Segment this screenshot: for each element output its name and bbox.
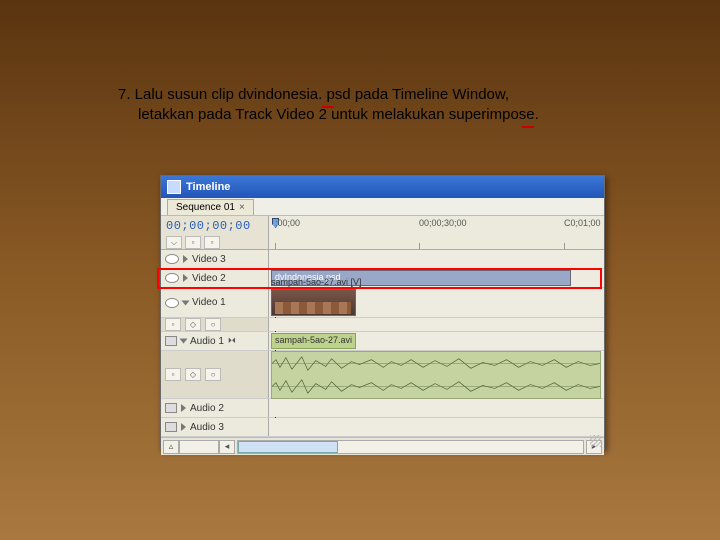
track-video-2: Video 2 dvIndonesia.psd bbox=[161, 269, 604, 288]
eye-icon[interactable] bbox=[165, 298, 179, 308]
track-label: Video 3 bbox=[192, 254, 226, 265]
zoom-slider-icon[interactable]: ▵ bbox=[163, 440, 179, 454]
track-head-video-3[interactable]: Video 3 bbox=[161, 250, 269, 268]
track-label: Audio 1 bbox=[190, 336, 224, 347]
clip-video-sampah[interactable] bbox=[271, 289, 356, 316]
ruler-tick-label: C0;01;00 bbox=[564, 218, 601, 228]
underline-decor bbox=[322, 106, 334, 108]
track-controls[interactable]: ▫ ◇ ○ bbox=[161, 351, 269, 398]
track-audio-1-wave: ▫ ◇ ○ bbox=[161, 351, 604, 399]
track-audio-1: Audio 1 ⏵⏴ sampah-5ao-27.avi [A] bbox=[161, 332, 604, 351]
eye-icon[interactable] bbox=[165, 254, 179, 264]
eye-icon[interactable] bbox=[165, 273, 179, 283]
timeline-app-icon bbox=[167, 180, 181, 194]
expand-arrow-icon[interactable] bbox=[183, 274, 188, 282]
time-header-left: 00;00;00;00 ⌵ ▫ ▫ bbox=[161, 216, 269, 249]
track-lane-video-1[interactable]: sampah-5ao-27.avi [V] bbox=[269, 288, 604, 317]
tab-sequence-01[interactable]: Sequence 01 × bbox=[167, 199, 254, 215]
tick-mark bbox=[419, 243, 420, 249]
resize-grip-icon[interactable] bbox=[590, 435, 602, 447]
track-audio-3: Audio 3 bbox=[161, 418, 604, 437]
track-head-audio-2[interactable]: Audio 2 bbox=[161, 399, 269, 417]
expand-arrow-icon[interactable] bbox=[181, 404, 186, 412]
track-video-1: Video 1 sampah-5ao-27.avi [V] bbox=[161, 288, 604, 318]
track-video-3: Video 3 bbox=[161, 250, 604, 269]
box-icon[interactable]: ▫ bbox=[165, 318, 181, 331]
vol-icon[interactable]: ◇ bbox=[185, 368, 201, 381]
track-head-video-2[interactable]: Video 2 bbox=[161, 269, 269, 287]
caption-line1: 7. Lalu susun clip dvindonesia. psd pada… bbox=[118, 85, 539, 105]
box-icon[interactable]: ▫ bbox=[165, 368, 181, 381]
time-ruler-header: 00;00;00;00 ⌵ ▫ ▫ ;00;00 00;00;30;00 C0;… bbox=[161, 216, 604, 250]
track-lane-audio-3[interactable] bbox=[269, 418, 604, 436]
snap-icon[interactable]: ⌵ bbox=[166, 236, 182, 249]
key-icon[interactable]: ○ bbox=[205, 368, 221, 381]
clip-audio-sampah[interactable]: sampah-5ao-27.avi [A] bbox=[271, 333, 356, 349]
clip-label: sampah-5ao-27.avi [A] bbox=[275, 335, 356, 345]
expand-arrow-icon[interactable] bbox=[180, 339, 188, 344]
track-lane-audio-1[interactable]: sampah-5ao-27.avi [A] bbox=[269, 332, 604, 350]
ruler-tick-label: 00;00;30;00 bbox=[419, 218, 467, 228]
time-tool-row: ⌵ ▫ ▫ bbox=[166, 236, 263, 249]
expand-arrow-icon[interactable] bbox=[182, 300, 190, 305]
track-lane-video-3[interactable] bbox=[269, 250, 604, 268]
track-head-audio-3[interactable]: Audio 3 bbox=[161, 418, 269, 436]
time-ruler[interactable]: ;00;00 00;00;30;00 C0;01;00 bbox=[269, 216, 604, 249]
close-icon[interactable]: × bbox=[239, 202, 245, 213]
track-head-video-1[interactable]: Video 1 bbox=[161, 288, 269, 317]
audio-waveform[interactable] bbox=[271, 351, 601, 399]
horizontal-scrollbar[interactable]: ▵ ◂ ▸ bbox=[161, 437, 604, 455]
tool-icon[interactable]: ▫ bbox=[185, 236, 201, 249]
track-label: Video 2 bbox=[192, 273, 226, 284]
track-head-audio-1[interactable]: Audio 1 ⏵⏴ bbox=[161, 332, 269, 350]
tool-icon[interactable]: ▫ bbox=[204, 236, 220, 249]
speaker-icon[interactable] bbox=[165, 336, 177, 346]
clip-label: sampah-5ao-27.avi [V] bbox=[271, 277, 362, 287]
window-titlebar[interactable]: Timeline bbox=[161, 176, 604, 198]
waveform-lane[interactable] bbox=[269, 351, 604, 398]
track-audio-2: Audio 2 bbox=[161, 399, 604, 418]
ruler-tick-label: ;00;00 bbox=[275, 218, 300, 228]
track-label: Audio 3 bbox=[190, 422, 224, 433]
expand-arrow-icon[interactable] bbox=[181, 423, 186, 431]
expand-arrow-icon[interactable] bbox=[183, 255, 188, 263]
zoom-slider[interactable] bbox=[179, 440, 219, 454]
sequence-tab-strip: Sequence 01 × bbox=[161, 198, 604, 216]
scrollbar-thumb[interactable] bbox=[238, 441, 338, 453]
tick-mark bbox=[564, 243, 565, 249]
speaker-icon[interactable] bbox=[165, 422, 177, 432]
track-lane-audio-2[interactable] bbox=[269, 399, 604, 417]
track-label: Video 1 bbox=[192, 297, 226, 308]
tick-mark bbox=[275, 243, 276, 249]
caption-line2: letakkan pada Track Video 2 untuk melaku… bbox=[138, 105, 539, 125]
key-icon[interactable]: ○ bbox=[205, 318, 221, 331]
track-video-1-controls: ▫ ◇ ○ bbox=[161, 318, 604, 332]
timeline-window: Timeline Sequence 01 × 00;00;00;00 ⌵ ▫ ▫… bbox=[160, 175, 605, 450]
track-controls-lane bbox=[269, 318, 604, 331]
track-label: Audio 2 bbox=[190, 403, 224, 414]
scroll-left-icon[interactable]: ◂ bbox=[219, 440, 235, 454]
window-title: Timeline bbox=[186, 181, 230, 193]
speaker-icon[interactable] bbox=[165, 403, 177, 413]
tracks-area: Video 3 Video 2 dvIndonesia.psd Video 1 bbox=[161, 250, 604, 437]
tab-label: Sequence 01 bbox=[176, 202, 235, 213]
underline-decor bbox=[522, 126, 534, 128]
stereo-icon: ⏵⏴ bbox=[228, 336, 236, 346]
track-controls[interactable]: ▫ ◇ ○ bbox=[161, 318, 269, 331]
opacity-icon[interactable]: ◇ bbox=[185, 318, 201, 331]
scrollbar-track[interactable] bbox=[237, 440, 584, 454]
current-timecode[interactable]: 00;00;00;00 bbox=[166, 219, 263, 233]
